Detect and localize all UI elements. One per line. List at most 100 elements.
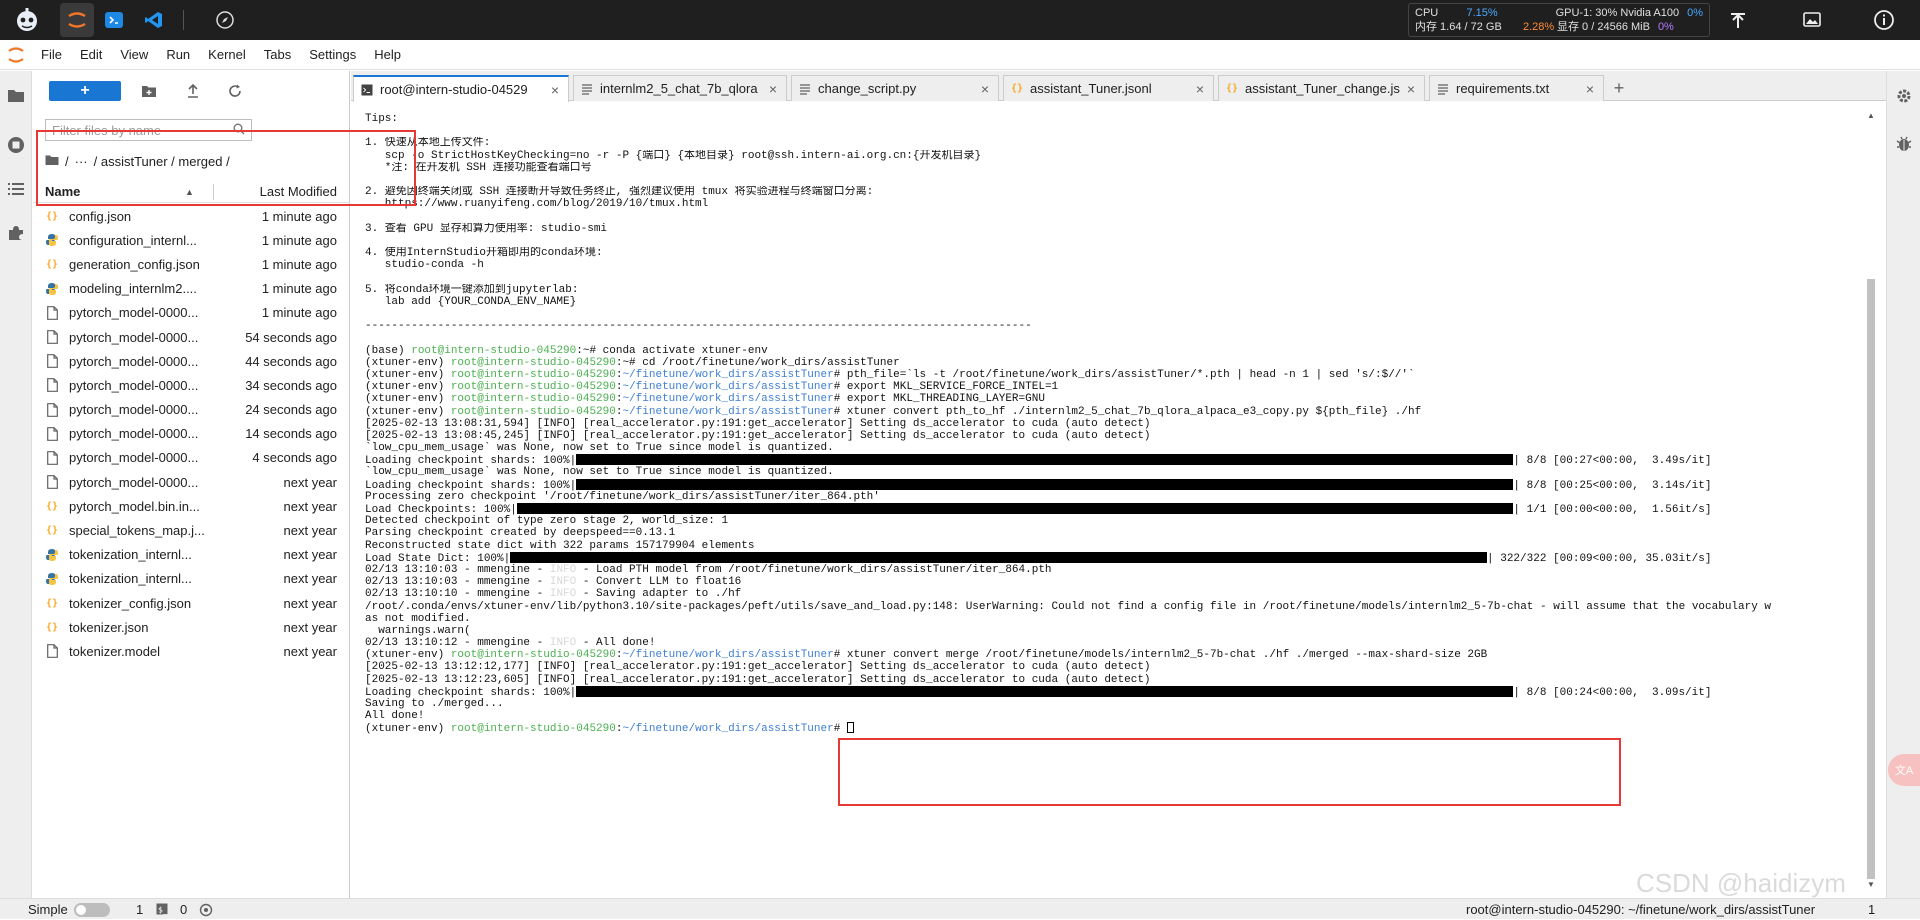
filter-files-input[interactable] <box>52 122 233 138</box>
close-icon[interactable]: × <box>1193 81 1207 97</box>
file-list-item[interactable]: {} pytorch_model.bin.in... next year <box>33 494 350 518</box>
menu-tabs[interactable]: Tabs <box>255 40 300 70</box>
tab-3[interactable]: {} assistant_Tuner.jsonl × <box>1003 75 1214 101</box>
simple-mode-toggle[interactable] <box>74 903 110 917</box>
property-inspector-gear-icon[interactable] <box>1893 85 1915 107</box>
jupyter-app-icon[interactable] <box>60 3 94 37</box>
file-list-item[interactable]: {} special_tokens_map.j... next year <box>33 518 350 542</box>
file-name: tokenizer.model <box>69 643 161 659</box>
file-list-item[interactable]: pytorch_model-0000... next year <box>33 470 350 494</box>
close-icon[interactable]: × <box>766 81 780 97</box>
column-header-modified[interactable]: Last Modified <box>260 184 337 199</box>
file-list-item[interactable]: {} generation_config.json 1 minute ago <box>33 252 350 276</box>
terminal-scrollbar[interactable]: ▲ ▼ <box>1864 109 1878 891</box>
tab-4[interactable]: {} assistant_Tuner_change.jsc × <box>1218 75 1425 101</box>
new-launcher-button[interactable]: + <box>49 81 121 101</box>
scroll-up-icon[interactable]: ▲ <box>1867 111 1875 120</box>
menu-view[interactable]: View <box>111 40 157 70</box>
file-name: pytorch_model-0000... <box>69 353 199 369</box>
file-list-item[interactable]: {} tokenizer_config.json next year <box>33 591 350 615</box>
vscode-web-icon[interactable] <box>97 3 131 37</box>
scrollbar-thumb[interactable] <box>1867 279 1875 879</box>
terminal-text: 02/13 13:10:12 - mmengine - <box>365 637 550 650</box>
terminal-text: [2025-02-13 13:08:45,245] [INFO] [real_a… <box>365 429 1151 442</box>
menu-file[interactable]: File <box>32 40 71 70</box>
file-list-item[interactable]: pytorch_model-0000... 14 seconds ago <box>33 422 350 446</box>
vscode-icon[interactable] <box>137 3 171 37</box>
new-folder-icon[interactable] <box>137 81 161 101</box>
column-divider[interactable] <box>213 184 214 200</box>
sort-ascending-icon[interactable]: ▲ <box>185 187 194 197</box>
compass-icon[interactable] <box>208 3 242 37</box>
python-file-icon <box>45 548 59 562</box>
file-icon <box>45 305 59 320</box>
close-icon[interactable]: × <box>1583 81 1597 97</box>
kernel-status-icon[interactable] <box>199 903 213 920</box>
terminal-line: 02/13 13:10:03 - mmengine - INFO - Load … <box>365 564 1869 576</box>
running-sessions-icon[interactable] <box>4 133 28 157</box>
add-tab-button[interactable]: + <box>1607 76 1631 100</box>
tab-5[interactable]: requirements.txt × <box>1429 75 1604 101</box>
scroll-down-icon[interactable]: ▼ <box>1867 880 1875 889</box>
jupyter-logo-icon <box>0 40 32 70</box>
terminal-text: | 322/322 [00:09<00:00, 35.03it/s] <box>1487 552 1712 564</box>
file-list-item[interactable]: pytorch_model-0000... 24 seconds ago <box>33 398 350 422</box>
file-modified: 34 seconds ago <box>245 377 337 393</box>
memory-label: 内存 1.64 / 72 GB <box>1415 21 1502 33</box>
tab-1[interactable]: internlm2_5_chat_7b_qlora × <box>573 75 787 101</box>
home-folder-icon[interactable] <box>45 154 59 169</box>
terminal-count[interactable]: 0 <box>180 902 187 917</box>
file-list-item[interactable]: tokenization_internl... next year <box>33 543 350 567</box>
table-of-contents-icon[interactable] <box>4 177 28 201</box>
file-list-item[interactable]: pytorch_model-0000... 1 minute ago <box>33 301 350 325</box>
terminal-line: as not modified. <box>365 613 1869 625</box>
tab-2[interactable]: change_script.py × <box>791 75 999 101</box>
menu-edit[interactable]: Edit <box>71 40 111 70</box>
file-name: tokenization_internl... <box>69 547 192 563</box>
menu-settings[interactable]: Settings <box>300 40 365 70</box>
robot-logo-icon[interactable] <box>10 3 44 37</box>
menu-bar: File Edit View Run Kernel Tabs Settings … <box>0 40 1920 70</box>
terminal-text: /root/.conda/envs/xtuner-env/lib/python3… <box>365 600 1772 613</box>
folder-icon[interactable] <box>4 83 28 107</box>
terminal[interactable]: Tips: 1. 快速从本地上传文件: scp -o StrictHostKeyC… <box>359 109 1869 891</box>
close-icon[interactable]: × <box>548 82 562 98</box>
file-list-item[interactable]: {} tokenizer.json next year <box>33 615 350 639</box>
terminal-text: [2025-02-13 13:12:23,605] [INFO] [real_a… <box>365 673 1151 686</box>
menu-kernel[interactable]: Kernel <box>199 40 255 70</box>
file-list-item[interactable]: tokenizer.model next year <box>33 639 350 663</box>
file-list-item[interactable]: modeling_internlm2.... 1 minute ago <box>33 277 350 301</box>
debugger-bug-icon[interactable] <box>1893 133 1915 155</box>
terminal-line: lab add {YOUR_CONDA_ENV_NAME} <box>365 296 1869 308</box>
upload-icon[interactable] <box>181 81 205 101</box>
info-icon[interactable] <box>1872 8 1896 32</box>
refresh-icon[interactable] <box>223 81 247 101</box>
menu-run[interactable]: Run <box>157 40 199 70</box>
file-list-item[interactable]: tokenization_internl... next year <box>33 567 350 591</box>
terminal-line: 5. 将conda环境一键添加到jupyterlab: <box>365 284 1869 296</box>
breadcrumb-root[interactable]: / <box>65 154 69 169</box>
extensions-puzzle-icon[interactable] <box>4 221 28 245</box>
file-list-item[interactable]: pytorch_model-0000... 54 seconds ago <box>33 325 350 349</box>
terminal-line: 1. 快速从本地上传文件: <box>365 137 1869 149</box>
json-file-icon: {} <box>45 525 59 537</box>
file-list-item[interactable]: pytorch_model-0000... 44 seconds ago <box>33 349 350 373</box>
close-icon[interactable]: × <box>1404 81 1418 97</box>
side-assistant-badge[interactable]: 文A <box>1888 754 1920 786</box>
menu-help[interactable]: Help <box>365 40 410 70</box>
terminal-text: :~# cd /root/finetune/work_dirs/assistTu… <box>615 356 900 369</box>
file-list-item[interactable]: pytorch_model-0000... 4 seconds ago <box>33 446 350 470</box>
toggle-knob <box>76 905 86 915</box>
column-header-name[interactable]: Name <box>45 184 80 199</box>
breadcrumb-path[interactable]: / assistTuner / merged / <box>94 154 230 169</box>
upload-speed-icon[interactable] <box>1726 8 1750 32</box>
image-icon[interactable] <box>1800 8 1824 32</box>
kernel-count[interactable]: 1 <box>136 902 143 917</box>
close-icon[interactable]: × <box>978 81 992 97</box>
file-list-item[interactable]: configuration_internl... 1 minute ago <box>33 228 350 252</box>
tab-0[interactable]: root@intern-studio-04529 × <box>353 75 569 102</box>
file-list-item[interactable]: {} config.json 1 minute ago <box>33 204 350 228</box>
breadcrumb-ellipsis[interactable]: ··· <box>75 154 88 169</box>
file-list-item[interactable]: pytorch_model-0000... 34 seconds ago <box>33 373 350 397</box>
